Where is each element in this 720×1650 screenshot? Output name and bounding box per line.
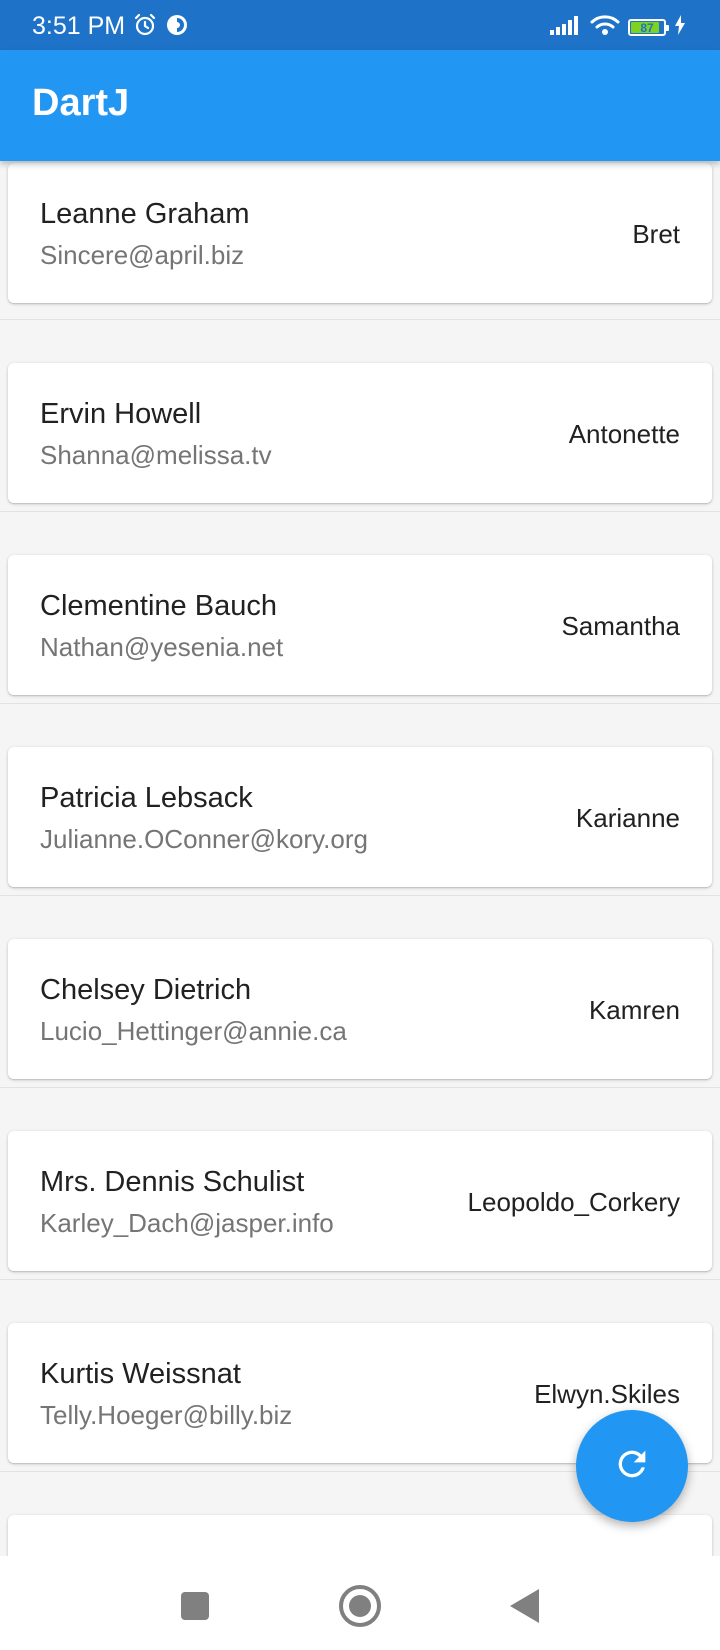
list-item[interactable]: Leanne Graham Sincere@april.biz Bret [0, 161, 720, 353]
charging-icon [674, 15, 686, 40]
refresh-icon [612, 1444, 652, 1489]
user-name: Chelsey Dietrich [40, 974, 252, 1006]
wifi-icon [590, 14, 620, 41]
user-card-partial[interactable] [8, 1515, 712, 1556]
divider [0, 511, 720, 512]
list-item[interactable]: Chelsey Dietrich Lucio_Hettinger@annie.c… [0, 929, 720, 1121]
app-bar: DartJ [0, 50, 720, 161]
user-email: Nathan@yesenia.net [40, 632, 284, 662]
user-card[interactable]: Patricia Lebsack Julianne.OConner@kory.o… [8, 747, 712, 887]
user-name: Patricia Lebsack [40, 782, 253, 814]
user-card[interactable]: Chelsey Dietrich Lucio_Hettinger@annie.c… [8, 939, 712, 1079]
user-email: Sincere@april.biz [40, 240, 245, 270]
user-name: Mrs. Dennis Schulist [40, 1166, 305, 1198]
list-item[interactable]: Mrs. Dennis Schulist Karley_Dach@jasper.… [0, 1121, 720, 1313]
user-username: Kamren [588, 995, 680, 1025]
user-email: Karley_Dach@jasper.info [40, 1208, 334, 1238]
user-username: Leopoldo_Corkery [467, 1187, 680, 1217]
data-saver-icon [165, 13, 189, 42]
user-name: Ervin Howell [40, 398, 202, 430]
recents-button[interactable] [171, 1584, 219, 1632]
list-item[interactable]: Clementine Bauch Nathan@yesenia.net Sama… [0, 545, 720, 737]
divider [0, 1279, 720, 1280]
user-name: Leanne Graham [40, 198, 250, 230]
user-username: Samantha [561, 611, 680, 641]
user-username: Karianne [575, 803, 680, 833]
status-time: 3:51 PM [32, 12, 126, 40]
home-icon [338, 1584, 382, 1633]
user-email: Shanna@melissa.tv [40, 440, 272, 470]
battery-level: 87 [640, 20, 654, 35]
back-button[interactable] [500, 1584, 548, 1632]
user-name: Clementine Bauch [40, 590, 277, 622]
home-button[interactable] [336, 1584, 384, 1632]
refresh-button[interactable] [576, 1410, 688, 1522]
user-list[interactable]: Leanne Graham Sincere@april.biz Bret Erv… [0, 161, 720, 1556]
user-card[interactable]: Leanne Graham Sincere@april.biz Bret [8, 163, 712, 303]
list-item[interactable]: Patricia Lebsack Julianne.OConner@kory.o… [0, 737, 720, 929]
status-right-icons: 87 [550, 14, 686, 41]
user-name: Kurtis Weissnat [40, 1358, 241, 1390]
user-email: Telly.Hoeger@billy.biz [40, 1400, 293, 1430]
back-icon [507, 1587, 541, 1630]
user-card[interactable]: Ervin Howell Shanna@melissa.tv Antonette [8, 363, 712, 503]
user-username: Elwyn.Skiles [534, 1379, 680, 1409]
user-card[interactable]: Mrs. Dennis Schulist Karley_Dach@jasper.… [8, 1131, 712, 1271]
divider [0, 703, 720, 704]
user-card[interactable]: Clementine Bauch Nathan@yesenia.net Sama… [8, 555, 712, 695]
app-title: DartJ [32, 82, 130, 124]
divider [0, 895, 720, 896]
user-email: Lucio_Hettinger@annie.ca [40, 1016, 347, 1046]
recents-icon [179, 1590, 211, 1627]
alarm-icon [133, 13, 157, 42]
divider [0, 1087, 720, 1088]
status-left-icons [133, 13, 189, 42]
list-item[interactable]: Ervin Howell Shanna@melissa.tv Antonette [0, 353, 720, 545]
status-bar: 3:51 PM 87 [0, 0, 720, 50]
user-username: Antonette [568, 419, 680, 449]
user-email: Julianne.OConner@kory.org [40, 824, 368, 854]
system-nav-bar [0, 1556, 720, 1650]
divider [0, 319, 720, 320]
battery-icon: 87 [628, 19, 669, 36]
signal-icon [550, 15, 582, 40]
user-username: Bret [632, 219, 680, 249]
